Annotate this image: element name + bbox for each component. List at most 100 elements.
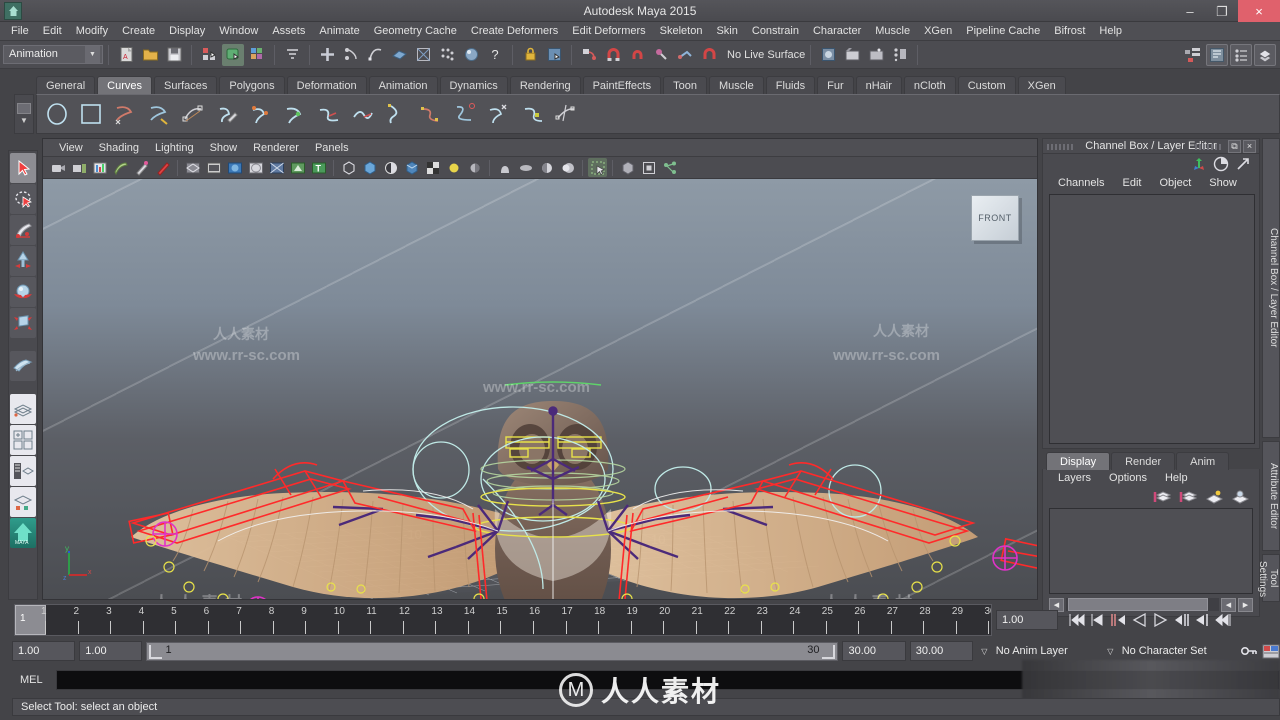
construction-history-icon[interactable] — [578, 44, 600, 66]
film-gate-icon[interactable] — [204, 158, 223, 177]
anim-layer-label[interactable]: No Anim Layer — [996, 645, 1099, 657]
snap-to-view-plane-icon[interactable] — [388, 44, 410, 66]
render-settings-icon[interactable] — [865, 44, 887, 66]
shelf-tab-general[interactable]: General — [36, 76, 96, 94]
texture-checker-icon[interactable] — [423, 158, 442, 177]
shelf-tab-muscle[interactable]: Muscle — [708, 76, 764, 94]
animation-preferences-icon[interactable] — [1262, 644, 1280, 659]
open-tool-settings-icon[interactable] — [1230, 43, 1252, 66]
reverse-curve-icon[interactable] — [517, 98, 549, 130]
shelf-tab-deformation[interactable]: Deformation — [286, 76, 367, 94]
shelf-tab-rendering[interactable]: Rendering — [509, 76, 581, 94]
magnet-alt-icon[interactable] — [626, 44, 648, 66]
layer-list[interactable] — [1049, 508, 1253, 594]
menu-edit-deformers[interactable]: Edit Deformers — [565, 22, 652, 41]
paint-select-tool-button[interactable] — [10, 215, 36, 245]
shelf-tab-curves[interactable]: Curves — [97, 76, 152, 94]
magnet-icon[interactable] — [602, 44, 624, 66]
two-d-pan-zoom-icon[interactable] — [111, 158, 130, 177]
side-tab-tool-settings[interactable]: Tool Settings — [1257, 554, 1280, 602]
menu-modify[interactable]: Modify — [69, 22, 115, 41]
text-overlay-icon[interactable]: T — [309, 158, 328, 177]
play-backwards-button[interactable] — [1129, 609, 1150, 631]
gate-mask-icon[interactable] — [246, 158, 265, 177]
viewport-menu-panels[interactable]: Panels — [307, 142, 357, 154]
anim-layer-dropdown-icon[interactable]: ▽ — [977, 647, 992, 656]
channel-box-menu-show[interactable]: Show — [1200, 177, 1246, 189]
pencil-curve-tool-icon[interactable] — [211, 98, 243, 130]
select-by-object-type-icon[interactable] — [222, 43, 244, 66]
character-set-label[interactable]: No Character Set — [1122, 645, 1236, 657]
menu-set-selector[interactable]: Animation ▼ — [3, 45, 103, 64]
minimize-button[interactable]: – — [1174, 0, 1206, 22]
grease-pencil-red-icon[interactable] — [153, 158, 172, 177]
menu-pipeline-cache[interactable]: Pipeline Cache — [959, 22, 1047, 41]
drag-handle-dots[interactable] — [1047, 144, 1073, 150]
side-tab-channel-box-layer-editor[interactable]: Channel Box / Layer Editor — [1262, 138, 1280, 438]
menu-muscle[interactable]: Muscle — [868, 22, 917, 41]
shelf-tab-fluids[interactable]: Fluids — [765, 76, 816, 94]
menu-create-deformers[interactable]: Create Deformers — [464, 22, 565, 41]
viewport-menu-lighting[interactable]: Lighting — [147, 142, 202, 154]
time-slider[interactable]: 1 1 2 3 4 5 6 7 8 9 10 11 12 13 14 15 16 17 18 19 20 21 22 23 2… — [14, 604, 992, 636]
ep-curve-tool-icon[interactable] — [143, 98, 175, 130]
make-live-icon[interactable] — [436, 44, 458, 66]
range-start-handle[interactable] — [149, 644, 163, 659]
add-points-tool-icon[interactable] — [551, 98, 583, 130]
menu-skin[interactable]: Skin — [709, 22, 744, 41]
motion-blur-icon[interactable] — [516, 158, 535, 177]
menu-assets[interactable]: Assets — [265, 22, 312, 41]
channel-box-menu-object[interactable]: Object — [1150, 177, 1200, 189]
snap-to-curve-icon[interactable] — [340, 44, 362, 66]
close-button[interactable]: × — [1238, 0, 1280, 22]
input-output-connections-icon[interactable] — [543, 44, 565, 66]
ipr-render-icon[interactable] — [841, 44, 863, 66]
play-forwards-button[interactable] — [1150, 609, 1171, 631]
go-to-start-button[interactable] — [1066, 609, 1087, 631]
shelf-tab-toon[interactable]: Toon — [663, 76, 707, 94]
view-cube[interactable]: FRONT — [971, 195, 1019, 241]
range-end-handle[interactable] — [822, 644, 836, 659]
open-scene-icon[interactable] — [139, 44, 161, 66]
smooth-shading-icon[interactable] — [360, 158, 379, 177]
layer-editor-tab-render[interactable]: Render — [1111, 452, 1176, 470]
rebuild-curve-icon[interactable] — [483, 98, 515, 130]
wireframe-shading-icon[interactable] — [339, 158, 358, 177]
menu-window[interactable]: Window — [212, 22, 265, 41]
xray-joints-icon[interactable] — [639, 158, 658, 177]
grease-pencil-icon[interactable] — [132, 158, 151, 177]
open-attribute-editor-icon[interactable] — [1206, 43, 1228, 66]
undock-icon[interactable]: ⧉ — [1228, 140, 1241, 153]
viewport-menu-show[interactable]: Show — [202, 142, 246, 154]
channel-box-menu-edit[interactable]: Edit — [1113, 177, 1150, 189]
viewport-menu-shading[interactable]: Shading — [91, 142, 147, 154]
select-by-component-type-icon[interactable] — [246, 44, 268, 66]
depth-of-field-icon[interactable] — [558, 158, 577, 177]
select-by-hierarchy-icon[interactable] — [198, 44, 220, 66]
help-icon[interactable]: ? — [484, 44, 506, 66]
menu-bifrost[interactable]: Bifrost — [1047, 22, 1092, 41]
shelf-tab-polygons[interactable]: Polygons — [219, 76, 285, 94]
anim-end-time-field[interactable]: 30.00 — [909, 641, 973, 661]
shelf-grip[interactable]: ▼ — [14, 94, 34, 134]
create-layer-from-selected-icon[interactable] — [1179, 489, 1197, 505]
playback-start-time-field[interactable]: 1.00 — [79, 641, 143, 661]
menu-geometry-cache[interactable]: Geometry Cache — [367, 22, 464, 41]
flat-shading-icon[interactable] — [381, 158, 400, 177]
layer-render-icon[interactable] — [1231, 489, 1249, 505]
character-set-dropdown-icon[interactable]: ▽ — [1103, 647, 1118, 656]
viewport-menu-view[interactable]: View — [51, 142, 91, 154]
auto-key-icon[interactable] — [1240, 644, 1258, 658]
menu-skeleton[interactable]: Skeleton — [653, 22, 710, 41]
square-curve-icon[interactable] — [75, 98, 107, 130]
playback-end-time-field[interactable]: 30.00 — [842, 641, 906, 661]
cut-curve-icon[interactable] — [415, 98, 447, 130]
viewport-menu-renderer[interactable]: Renderer — [245, 142, 307, 154]
camera-attributes-icon[interactable] — [69, 158, 88, 177]
menu-animate[interactable]: Animate — [312, 22, 366, 41]
render-current-frame-icon[interactable] — [817, 44, 839, 66]
four-view-layout-button[interactable] — [10, 425, 36, 455]
layer-editor-menu-options[interactable]: Options — [1100, 472, 1156, 484]
menu-constrain[interactable]: Constrain — [745, 22, 806, 41]
snap-to-grid-icon[interactable] — [316, 44, 338, 66]
